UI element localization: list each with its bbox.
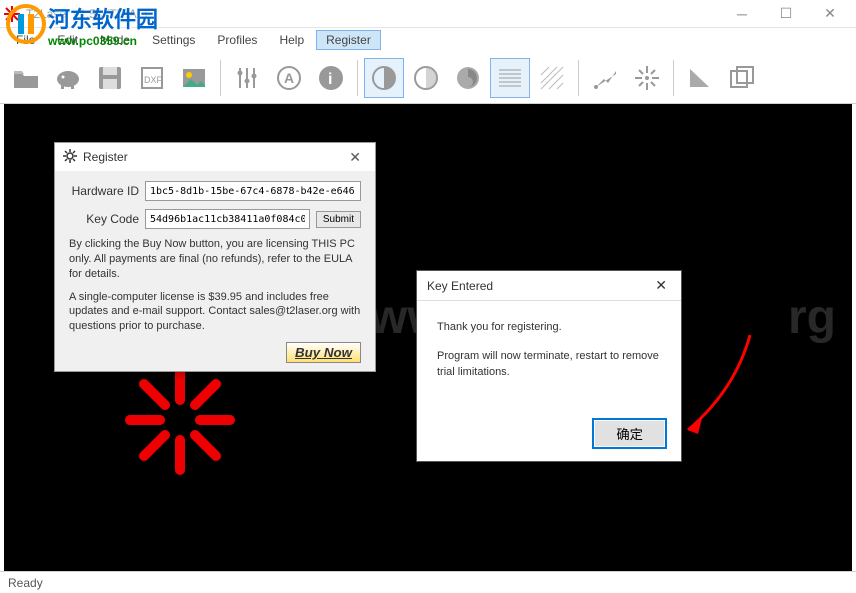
key-entered-dialog: Key Entered ✕ Thank you for registering.… [416, 270, 682, 462]
contrast1-button[interactable] [364, 58, 404, 98]
license-text-1: By clicking the Buy Now button, you are … [69, 237, 361, 282]
sliders-button[interactable] [227, 58, 267, 98]
open-folder-button[interactable] [6, 58, 46, 98]
contrast2-button[interactable] [406, 58, 446, 98]
buy-now-button[interactable]: Buy Now [286, 342, 361, 363]
svg-text:DXF: DXF [144, 75, 163, 85]
close-button[interactable]: ✕ [808, 0, 852, 28]
hardware-id-label: Hardware ID [69, 184, 145, 198]
toolbar-separator [357, 60, 358, 96]
svg-text:A: A [284, 70, 294, 86]
svg-text:i: i [328, 71, 332, 88]
key-entered-close-button[interactable]: ✕ [651, 277, 671, 294]
logo-url: www.pc0359.cn [48, 34, 158, 48]
menu-register[interactable]: Register [316, 30, 381, 50]
toolbar-separator [673, 60, 674, 96]
submit-button[interactable]: Submit [316, 211, 361, 228]
save-button[interactable] [90, 58, 130, 98]
info-button[interactable]: i [311, 58, 351, 98]
key-code-label: Key Code [69, 212, 145, 226]
status-text: Ready [8, 576, 43, 590]
logo-icon [4, 2, 48, 46]
status-bar: Ready [0, 571, 856, 593]
key-code-input[interactable] [145, 209, 310, 229]
minimize-button[interactable]: ─ [720, 0, 764, 28]
license-text-2: A single-computer license is $39.95 and … [69, 290, 361, 335]
msg-line-2: Program will now terminate, restart to r… [437, 348, 661, 381]
run-button[interactable] [585, 58, 625, 98]
register-dialog-close-button[interactable]: ✕ [343, 149, 367, 166]
register-dialog-titlebar[interactable]: Register ✕ [55, 143, 375, 171]
register-dialog: Register ✕ Hardware ID Key Code Submit B… [54, 142, 376, 372]
msg-line-1: Thank you for registering. [437, 319, 661, 336]
toolbar: DXF A i [0, 52, 856, 104]
logo-text: 河东软件园 [48, 2, 158, 34]
key-entered-title: Key Entered [427, 279, 651, 293]
dxf-button[interactable]: DXF [132, 58, 172, 98]
site-logo-overlay: 河东软件园 www.pc0359.cn [4, 2, 158, 48]
piggy-button[interactable] [48, 58, 88, 98]
swirl-button[interactable] [448, 58, 488, 98]
lines-h-button[interactable] [490, 58, 530, 98]
image-button[interactable] [174, 58, 214, 98]
lines-diag-button[interactable] [532, 58, 572, 98]
menu-help[interactable]: Help [269, 30, 314, 50]
triangle-button[interactable] [680, 58, 720, 98]
menu-profiles[interactable]: Profiles [207, 30, 267, 50]
maximize-button[interactable]: ☐ [764, 0, 808, 28]
register-dialog-title: Register [83, 150, 343, 164]
burst-button[interactable] [627, 58, 667, 98]
hardware-id-input[interactable] [145, 181, 361, 201]
key-entered-titlebar[interactable]: Key Entered ✕ [417, 271, 681, 301]
toolbar-separator [220, 60, 221, 96]
ok-button[interactable]: 确定 [592, 418, 667, 449]
frames-button[interactable] [722, 58, 762, 98]
auto-button[interactable]: A [269, 58, 309, 98]
toolbar-separator [578, 60, 579, 96]
laser-burst-graphic [120, 360, 240, 480]
gear-icon [63, 149, 77, 166]
